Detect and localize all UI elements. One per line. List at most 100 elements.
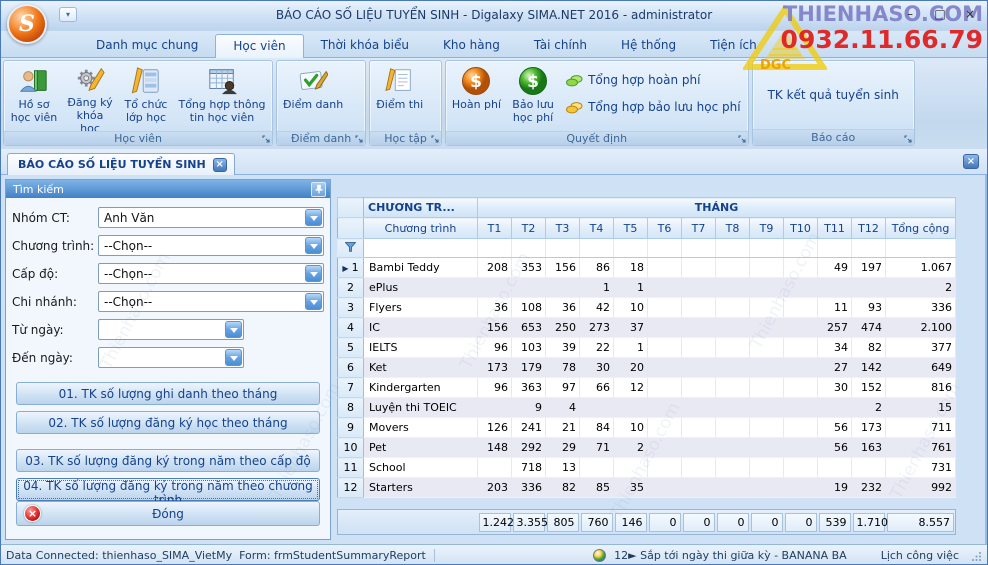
value-cell[interactable] — [818, 398, 852, 418]
filter-cell[interactable] — [784, 239, 818, 258]
filter-cell[interactable] — [852, 239, 886, 258]
row-indicator[interactable]: 4 — [338, 318, 364, 338]
ribbon-button-tk-ket-qua-tuyen-sinh[interactable]: TK kết quả tuyển sinh — [756, 80, 911, 110]
value-cell[interactable] — [852, 278, 886, 298]
value-cell[interactable] — [478, 278, 512, 298]
dialog-launcher-icon[interactable] — [355, 135, 363, 143]
value-cell[interactable]: 97 — [546, 378, 580, 398]
value-cell[interactable] — [682, 438, 716, 458]
filter-cell[interactable] — [546, 239, 580, 258]
resize-grip-icon[interactable] — [971, 550, 982, 561]
value-cell[interactable]: 34 — [818, 338, 852, 358]
value-cell[interactable] — [682, 398, 716, 418]
chevron-down-icon[interactable] — [305, 293, 322, 310]
value-cell[interactable] — [648, 458, 682, 478]
program-name-cell[interactable]: Luyện thi TOEIC — [364, 398, 478, 418]
column-header-t1[interactable]: T1 — [478, 218, 512, 239]
filter-cell[interactable] — [512, 239, 546, 258]
value-cell[interactable]: 4 — [546, 398, 580, 418]
value-cell[interactable] — [682, 278, 716, 298]
value-cell[interactable]: 30 — [580, 358, 614, 378]
value-cell[interactable]: 56 — [818, 418, 852, 438]
value-cell[interactable] — [716, 338, 750, 358]
report-button-02-tk-so-luong-dang-ky-hoc-theo-than[interactable]: 02. TK số lượng đăng ký học theo tháng — [16, 411, 320, 434]
value-cell[interactable] — [648, 418, 682, 438]
value-cell[interactable]: 232 — [852, 478, 886, 498]
value-cell[interactable]: 257 — [818, 318, 852, 338]
program-name-cell[interactable]: IC — [364, 318, 478, 338]
tab-strip-close-button[interactable]: × — [963, 154, 979, 169]
value-cell[interactable]: 148 — [478, 438, 512, 458]
value-cell[interactable]: 208 — [478, 258, 512, 278]
value-cell[interactable] — [614, 398, 648, 418]
close-button[interactable]: × — [961, 7, 979, 21]
value-cell[interactable]: 71 — [580, 438, 614, 458]
filter-cell[interactable] — [580, 239, 614, 258]
dialog-launcher-icon[interactable] — [738, 135, 746, 143]
value-cell[interactable] — [716, 358, 750, 378]
value-cell[interactable] — [478, 458, 512, 478]
value-cell[interactable]: 142 — [852, 358, 886, 378]
value-cell[interactable]: 653 — [512, 318, 546, 338]
value-cell[interactable] — [614, 458, 648, 478]
value-cell[interactable] — [818, 278, 852, 298]
filter-cell[interactable] — [614, 239, 648, 258]
filter-cell[interactable] — [886, 239, 956, 258]
value-cell[interactable] — [546, 278, 580, 298]
menu-tab-hoc-vien[interactable]: Học viên — [215, 34, 303, 58]
value-cell[interactable] — [682, 478, 716, 498]
value-cell[interactable]: 103 — [512, 338, 546, 358]
value-cell[interactable]: 19 — [818, 478, 852, 498]
value-cell[interactable] — [682, 318, 716, 338]
value-cell[interactable]: 12 — [614, 378, 648, 398]
minimize-button[interactable]: – — [901, 7, 919, 21]
ribbon-button-dang-ky-khoa-hoc[interactable]: Đăng ký khóa học — [63, 63, 117, 129]
program-name-cell[interactable]: Bambi Teddy — [364, 258, 478, 278]
ribbon-button-diem-danh[interactable]: Điểm danh — [280, 63, 346, 129]
value-cell[interactable]: 2 — [614, 438, 648, 458]
app-logo[interactable]: S — [7, 4, 47, 44]
value-cell[interactable] — [716, 438, 750, 458]
program-name-cell[interactable]: ePlus — [364, 278, 478, 298]
value-cell[interactable] — [716, 258, 750, 278]
ribbon-button-tong-hop-hoan-phi[interactable]: Tổng hợp hoàn phí — [566, 73, 741, 87]
row-indicator[interactable]: 3 — [338, 298, 364, 318]
value-cell[interactable]: 82 — [546, 478, 580, 498]
value-cell[interactable]: 1.067 — [886, 258, 956, 278]
value-cell[interactable]: 718 — [512, 458, 546, 478]
combo-tu-ngay[interactable] — [98, 319, 244, 340]
value-cell[interactable]: 292 — [512, 438, 546, 458]
value-cell[interactable]: 36 — [546, 298, 580, 318]
value-cell[interactable]: 82 — [852, 338, 886, 358]
value-cell[interactable] — [716, 278, 750, 298]
value-cell[interactable]: 152 — [852, 378, 886, 398]
value-cell[interactable] — [648, 298, 682, 318]
row-indicator[interactable]: 8 — [338, 398, 364, 418]
value-cell[interactable] — [716, 418, 750, 438]
column-header-program[interactable]: Chương trình — [364, 218, 478, 239]
value-cell[interactable] — [750, 358, 784, 378]
value-cell[interactable]: 27 — [818, 358, 852, 378]
value-cell[interactable] — [682, 418, 716, 438]
value-cell[interactable] — [682, 338, 716, 358]
value-cell[interactable] — [750, 378, 784, 398]
program-name-cell[interactable]: Kindergarten — [364, 378, 478, 398]
value-cell[interactable] — [784, 398, 818, 418]
filter-cell[interactable] — [818, 239, 852, 258]
value-cell[interactable] — [716, 478, 750, 498]
band-program[interactable]: CHƯƠNG TR... — [364, 198, 478, 218]
ribbon-button-ho-so-hoc-vien[interactable]: Hồ sơ học viên — [7, 63, 61, 129]
value-cell[interactable]: 22 — [580, 338, 614, 358]
value-cell[interactable]: 66 — [580, 378, 614, 398]
program-name-cell[interactable]: Flyers — [364, 298, 478, 318]
value-cell[interactable]: 29 — [546, 438, 580, 458]
report-button-04-tk-so-luong-dang-ky-trong-nam-the[interactable]: 04. TK số lượng đăng ký trong năm theo c… — [16, 478, 320, 501]
value-cell[interactable]: 992 — [886, 478, 956, 498]
column-header-t12[interactable]: T12 — [852, 218, 886, 239]
ribbon-button-tong-hop-bao-luu-hoc-phi[interactable]: Tổng hợp bảo lưu học phí — [566, 100, 741, 114]
value-cell[interactable] — [852, 458, 886, 478]
column-header-t2[interactable]: T2 — [512, 218, 546, 239]
value-cell[interactable]: 15 — [886, 398, 956, 418]
chevron-down-icon[interactable] — [305, 265, 322, 282]
filter-cell[interactable] — [716, 239, 750, 258]
